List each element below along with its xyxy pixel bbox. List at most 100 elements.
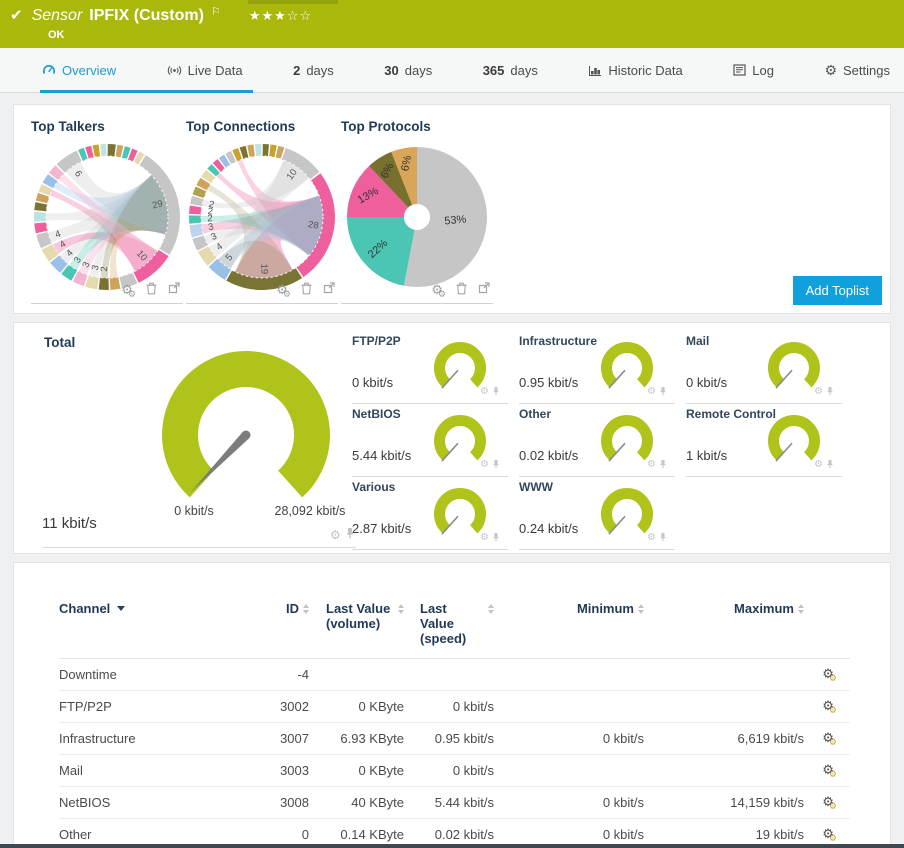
gear-icon[interactable]: ⚙ [647, 533, 656, 543]
total-gauge-value: 11 kbit/s [42, 515, 97, 532]
pin-icon[interactable] [659, 529, 667, 547]
last-value-speed-cell: 0 kbit/s [452, 763, 494, 778]
pin-icon[interactable] [492, 456, 500, 474]
toplist-card-top-connections: Top Connections 10 28 19 5 4 3 3 2 2 2 ⚙⚙ [186, 113, 338, 304]
toplist-title: Top Connections [186, 119, 296, 134]
tab-live-data[interactable]: Live Data [167, 63, 243, 78]
gear-icon[interactable]: ⚙ [480, 460, 489, 470]
toplist-title: Top Talkers [31, 119, 105, 134]
toplist-title: Top Protocols [341, 119, 431, 134]
id-cell: 0 [301, 827, 309, 842]
mini-gauge-card: Mail 0 kbit/s ⚙ [686, 331, 842, 404]
column-header-maximum[interactable]: Maximum [644, 601, 804, 646]
table-row: Infrastructure 3007 6.93 KByte 0.95 kbit… [59, 723, 850, 755]
last-value-speed-cell: 0.02 kbit/s [434, 827, 494, 842]
mini-gauge-value: 0 kbit/s [352, 375, 394, 390]
active-tab-indicator [40, 90, 253, 93]
channel-settings-icon[interactable]: ⚙⚙ [822, 762, 850, 780]
mini-gauge-title: Various [352, 480, 396, 494]
top-protocols-chart[interactable]: 53%22%13%6% 6% [341, 139, 493, 295]
delete-icon[interactable] [145, 281, 158, 300]
settings-icon[interactable]: ⚙⚙ [121, 282, 136, 299]
column-header-id[interactable]: ID [249, 601, 309, 646]
flag-icon[interactable]: ⚐ [211, 5, 221, 18]
channel-cell: Infrastructure [59, 731, 136, 746]
open-external-icon[interactable] [322, 281, 336, 300]
delete-icon[interactable] [300, 281, 313, 300]
open-external-icon[interactable] [167, 281, 181, 300]
toplist-card-top-talkers: Top Talkers 29 10 2 3 3 3 4 4 4 6 ⚙⚙ [31, 113, 183, 304]
sensor-name: IPFIX (Custom) [89, 7, 204, 24]
maximum-cell: 14,159 kbit/s [730, 795, 804, 810]
check-icon: ✔ [10, 7, 23, 24]
id-cell: 3008 [280, 795, 309, 810]
gear-icon[interactable]: ⚙ [647, 460, 656, 470]
table-body: Downtime -4 ⚙⚙ FTP/P2P 3002 0 KByte 0 kb… [59, 659, 850, 848]
pin-icon[interactable] [826, 456, 834, 474]
last-value-volume-cell: 40 KByte [351, 795, 404, 810]
header-accent-stub [248, 0, 338, 4]
gear-icon[interactable]: ⚙ [647, 387, 656, 397]
gear-icon: ⚙ [824, 62, 837, 78]
pin-icon[interactable] [659, 383, 667, 401]
sensor-kind: Sensor [31, 7, 83, 24]
mini-gauge-card: WWW 0.24 kbit/s ⚙ [519, 477, 675, 550]
pin-icon[interactable] [826, 383, 834, 401]
page: ✔ Sensor IPFIX (Custom) ⚐ ★★★☆☆ OK Overv… [0, 0, 904, 848]
gear-icon[interactable]: ⚙ [814, 387, 823, 397]
channel-cell: FTP/P2P [59, 699, 112, 714]
channel-settings-icon[interactable]: ⚙⚙ [822, 826, 850, 844]
pin-icon[interactable] [492, 383, 500, 401]
id-cell: 3002 [280, 699, 309, 714]
log-icon [733, 64, 746, 76]
mini-gauge-card: FTP/P2P 0 kbit/s ⚙ [352, 331, 508, 404]
mini-gauge-value: 0.24 kbit/s [519, 521, 579, 536]
live-data-icon [167, 64, 182, 77]
channel-settings-icon[interactable]: ⚙⚙ [822, 794, 850, 812]
mini-gauge-title: NetBIOS [352, 407, 401, 421]
svg-text:28: 28 [307, 219, 319, 232]
add-toplist-button[interactable]: Add Toplist [792, 276, 882, 305]
divider [42, 547, 356, 548]
tab-365-days[interactable]: 365 days [483, 63, 538, 78]
open-external-icon[interactable] [477, 281, 491, 300]
settings-icon[interactable]: ⚙⚙ [431, 282, 446, 299]
gear-icon[interactable]: ⚙ [330, 529, 341, 541]
channel-cell: Other [59, 827, 92, 842]
mini-gauge-card: Infrastructure 0.95 kbit/s ⚙ [519, 331, 675, 404]
delete-icon[interactable] [455, 281, 468, 300]
channel-settings-icon[interactable]: ⚙⚙ [822, 730, 850, 748]
last-value-volume-cell: 6.93 KByte [340, 731, 404, 746]
gear-icon[interactable]: ⚙ [814, 460, 823, 470]
pin-icon[interactable] [492, 529, 500, 547]
gauge-icon [42, 63, 56, 77]
column-header-last-value-volume[interactable]: Last Value (volume) [309, 601, 404, 646]
mini-gauge-title: FTP/P2P [352, 334, 401, 348]
mini-gauge-card: NetBIOS 5.44 kbit/s ⚙ [352, 404, 508, 477]
channel-settings-icon[interactable]: ⚙⚙ [822, 666, 850, 684]
column-header-last-value-speed[interactable]: Last Value (speed) [404, 601, 494, 646]
last-value-volume-cell: 0 KByte [358, 699, 404, 714]
column-header-minimum[interactable]: Minimum [494, 601, 644, 646]
tab-log[interactable]: Log [733, 63, 774, 78]
svg-text:19: 19 [258, 263, 269, 274]
tab-historic-data[interactable]: Historic Data [588, 63, 683, 78]
gear-icon[interactable]: ⚙ [480, 533, 489, 543]
last-value-volume-cell: 0.14 KByte [340, 827, 404, 842]
top-connections-chart[interactable]: 1028195433222 [186, 139, 338, 295]
id-cell: -4 [297, 667, 309, 682]
priority-stars[interactable]: ★★★☆☆ [249, 8, 312, 24]
pin-icon[interactable] [659, 456, 667, 474]
tab-settings[interactable]: ⚙ Settings [824, 63, 890, 78]
last-value-speed-cell: 5.44 kbit/s [434, 795, 494, 810]
channel-settings-icon[interactable]: ⚙⚙ [822, 698, 850, 716]
tab-overview[interactable]: Overview [42, 63, 116, 78]
top-talkers-chart[interactable]: 291023334446 [31, 139, 183, 295]
settings-icon[interactable]: ⚙⚙ [276, 282, 291, 299]
mini-gauge-value: 5.44 kbit/s [352, 448, 412, 463]
gear-icon[interactable]: ⚙ [480, 387, 489, 397]
gauges-panel: Total 0 kbit/s 28,092 kbit/s 11 kbit/s ⚙ … [13, 322, 891, 554]
tab-30-days[interactable]: 30 days [384, 63, 432, 78]
column-header-channel[interactable]: Channel [59, 601, 249, 646]
tab-2-days[interactable]: 2 days [293, 63, 334, 78]
